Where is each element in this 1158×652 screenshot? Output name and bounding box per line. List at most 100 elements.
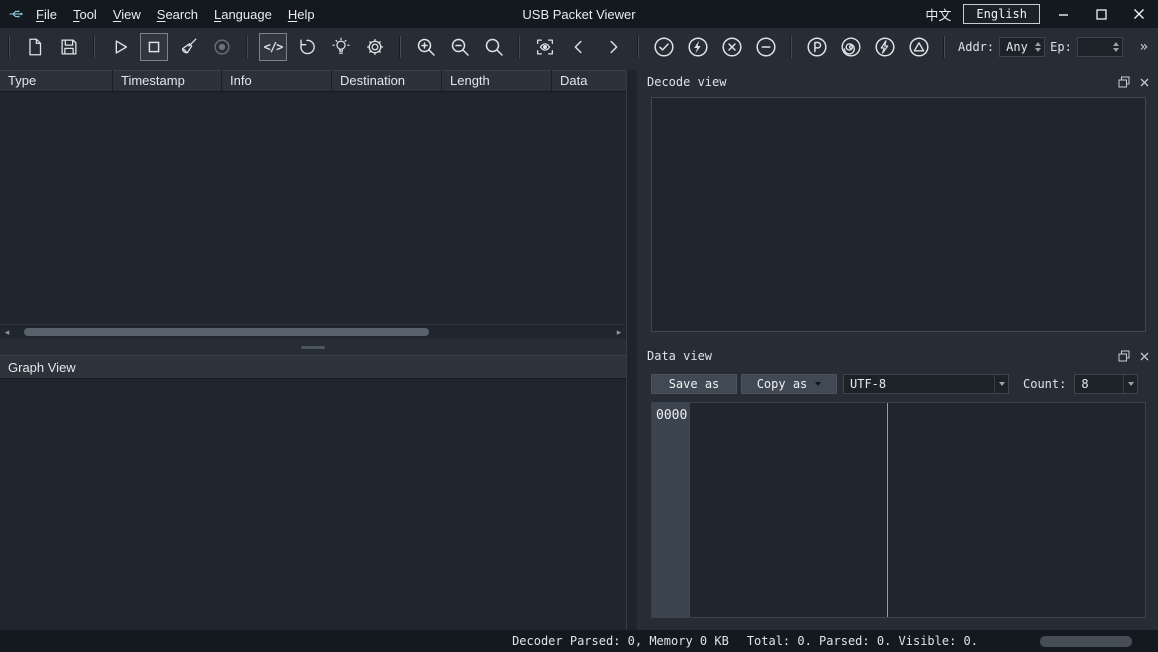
ep-label: Ep: bbox=[1050, 40, 1072, 54]
menu-language[interactable]: Language bbox=[206, 5, 280, 24]
main-area: Type Timestamp Info Destination Length D… bbox=[0, 66, 1158, 630]
toolbar-overflow-button[interactable]: » bbox=[1134, 39, 1154, 55]
hex-bytes-column[interactable] bbox=[690, 403, 888, 617]
new-file-icon bbox=[24, 36, 46, 58]
hex-ascii-column[interactable] bbox=[888, 403, 1145, 617]
undock-icon[interactable] bbox=[1116, 75, 1131, 90]
count-select[interactable]: 8 bbox=[1074, 374, 1138, 394]
menu-help[interactable]: Help bbox=[280, 5, 323, 24]
zoom-in-button[interactable] bbox=[412, 33, 440, 61]
scrollbar-track[interactable] bbox=[14, 325, 612, 339]
clear-button[interactable] bbox=[174, 33, 202, 61]
play-icon bbox=[109, 36, 131, 58]
hint-button[interactable] bbox=[327, 33, 355, 61]
packet-table-body[interactable] bbox=[0, 92, 626, 324]
focus-view-button[interactable] bbox=[531, 33, 559, 61]
code-icon: </> bbox=[264, 40, 283, 54]
scroll-left-arrow[interactable]: ◂ bbox=[0, 325, 14, 339]
language-english-button[interactable]: English bbox=[963, 4, 1040, 24]
horizontal-scrollbar[interactable]: ◂ ▸ bbox=[0, 324, 626, 339]
maximize-button[interactable] bbox=[1086, 2, 1116, 26]
decode-view-content[interactable] bbox=[651, 97, 1146, 332]
filter-ack-button[interactable] bbox=[650, 33, 678, 61]
menu-search[interactable]: Search bbox=[149, 5, 206, 24]
reload-button[interactable] bbox=[293, 33, 321, 61]
column-header-destination[interactable]: Destination bbox=[332, 70, 442, 91]
save-as-button[interactable]: Save as bbox=[651, 374, 737, 394]
filter-data-button[interactable] bbox=[684, 33, 712, 61]
horizontal-splitter[interactable] bbox=[0, 339, 626, 355]
scan-eye-icon bbox=[534, 36, 556, 58]
hex-address: 0000 bbox=[656, 408, 687, 423]
close-icon[interactable] bbox=[1137, 75, 1152, 90]
menu-view[interactable]: View bbox=[105, 5, 149, 24]
scrollbar-thumb[interactable] bbox=[24, 328, 429, 336]
broom-icon bbox=[177, 36, 199, 58]
spinner-arrows-icon[interactable] bbox=[1110, 42, 1122, 52]
app-window: File Tool View Search Language Help USB … bbox=[0, 0, 1158, 652]
decode-view-header: Decode view bbox=[637, 70, 1158, 94]
progress-bar bbox=[1040, 636, 1132, 647]
zoom-out-icon bbox=[448, 35, 472, 59]
undock-icon[interactable] bbox=[1116, 349, 1131, 364]
next-packet-button[interactable] bbox=[599, 33, 627, 61]
ep-select[interactable] bbox=[1077, 37, 1123, 57]
stop-icon bbox=[143, 36, 165, 58]
save-button[interactable] bbox=[55, 33, 83, 61]
copy-as-button[interactable]: Copy as bbox=[741, 374, 837, 394]
addr-select[interactable]: Any bbox=[999, 37, 1045, 57]
toolbar-separator bbox=[94, 36, 95, 58]
zoom-out-button[interactable] bbox=[446, 33, 474, 61]
circle-triangle-icon bbox=[907, 35, 931, 59]
code-view-button[interactable]: </> bbox=[259, 33, 287, 61]
zoom-reset-button[interactable] bbox=[480, 33, 508, 61]
filter-error-button[interactable] bbox=[718, 33, 746, 61]
column-header-timestamp[interactable]: Timestamp bbox=[113, 70, 222, 91]
undo-icon bbox=[296, 36, 318, 58]
decode-view-wrap bbox=[637, 94, 1158, 344]
graph-view-body[interactable] bbox=[0, 379, 626, 630]
address-filter-group: Addr: Any Ep: bbox=[958, 37, 1123, 57]
data-view-toolbar: Save as Copy as UTF-8 Count: 8 bbox=[637, 368, 1158, 400]
start-capture-button[interactable] bbox=[106, 33, 134, 61]
scroll-right-arrow[interactable]: ▸ bbox=[612, 325, 626, 339]
circle-spiral-icon bbox=[839, 35, 863, 59]
column-header-length[interactable]: Length bbox=[442, 70, 552, 91]
statusbar: Decoder Parsed: 0, Memory 0 KB Total: 0.… bbox=[0, 630, 1158, 652]
record-icon bbox=[211, 36, 233, 58]
encoding-select[interactable]: UTF-8 bbox=[843, 374, 1009, 394]
totals-status-text: Total: 0. Parsed: 0. Visible: 0. bbox=[747, 634, 978, 648]
column-header-type[interactable]: Type bbox=[0, 70, 113, 91]
vertical-splitter[interactable] bbox=[627, 70, 637, 630]
zoom-reset-icon bbox=[482, 35, 506, 59]
language-chinese-button[interactable]: 中文 bbox=[921, 5, 955, 24]
dropdown-arrow-icon[interactable] bbox=[1123, 375, 1137, 393]
main-toolbar: </> bbox=[0, 28, 1158, 66]
menu-tool[interactable]: Tool bbox=[65, 5, 105, 24]
new-file-button[interactable] bbox=[21, 33, 49, 61]
addr-label: Addr: bbox=[958, 40, 994, 54]
menu-file[interactable]: File bbox=[28, 5, 65, 24]
column-header-data[interactable]: Data bbox=[552, 70, 626, 91]
filter-sof-button[interactable] bbox=[837, 33, 865, 61]
detail-panel: Decode view Data view bbox=[637, 70, 1158, 630]
filter-nak-button[interactable] bbox=[752, 33, 780, 61]
filter-power-button[interactable] bbox=[871, 33, 899, 61]
column-header-info[interactable]: Info bbox=[222, 70, 332, 91]
filter-ping-button[interactable] bbox=[803, 33, 831, 61]
filter-warning-button[interactable] bbox=[905, 33, 933, 61]
count-label: Count: bbox=[1023, 377, 1066, 391]
circle-bolt-outline-icon bbox=[873, 35, 897, 59]
chevron-right-icon bbox=[602, 36, 624, 58]
prev-packet-button[interactable] bbox=[565, 33, 593, 61]
close-button[interactable] bbox=[1124, 2, 1154, 26]
hex-view[interactable]: 0000 bbox=[651, 402, 1146, 618]
minimize-button[interactable] bbox=[1048, 2, 1078, 26]
count-value: 8 bbox=[1081, 377, 1123, 391]
spinner-arrows-icon[interactable] bbox=[1032, 42, 1044, 52]
dropdown-arrow-icon[interactable] bbox=[994, 375, 1008, 393]
stop-capture-button[interactable] bbox=[140, 33, 168, 61]
close-icon[interactable] bbox=[1137, 349, 1152, 364]
toolbar-separator bbox=[638, 36, 639, 58]
settings-button[interactable] bbox=[361, 33, 389, 61]
